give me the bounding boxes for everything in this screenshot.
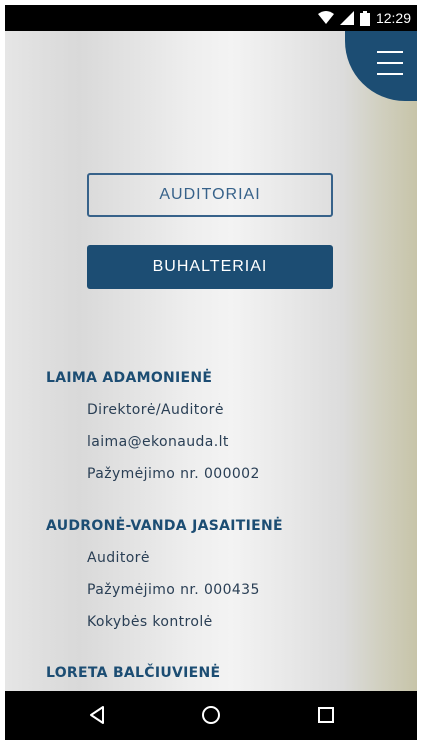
person-name: AUDRONĖ-VANDA JASAITIENĖ (46, 518, 283, 534)
back-icon[interactable] (85, 703, 109, 727)
person-name: LAIMA ADAMONIENĖ (46, 370, 213, 386)
person-email[interactable]: laima@ekonauda.lt (87, 434, 229, 450)
person-certificate: Pažymėjimo nr. 000002 (87, 466, 260, 482)
auditors-button[interactable]: AUDITORIAI (87, 173, 333, 217)
signal-icon (339, 11, 354, 25)
person-responsibility: Kokybės kontrolė (87, 614, 213, 630)
battery-icon (359, 10, 370, 26)
app-screen: AUDITORIAI BUHALTERIAI LAIMA ADAMONIENĖ … (5, 31, 417, 691)
hamburger-menu-icon[interactable] (377, 51, 403, 75)
accountants-button[interactable]: BUHALTERIAI (87, 245, 333, 289)
status-time: 12:29 (375, 10, 411, 26)
person-name: LORETA BALČIUVIENĖ (46, 665, 221, 681)
wifi-icon (317, 11, 334, 24)
recents-icon[interactable] (314, 703, 338, 727)
person-certificate: Pažymėjimo nr. 000435 (87, 582, 260, 598)
navigation-bar (5, 691, 417, 740)
device-frame: 12:29 AUDITORIAI BUHALTERIAI LAIMA ADAMO… (5, 5, 417, 740)
home-icon[interactable] (199, 703, 223, 727)
person-role: Auditorė (87, 550, 150, 566)
person-role: Direktorė/Auditorė (87, 402, 224, 418)
status-bar: 12:29 (5, 5, 417, 31)
